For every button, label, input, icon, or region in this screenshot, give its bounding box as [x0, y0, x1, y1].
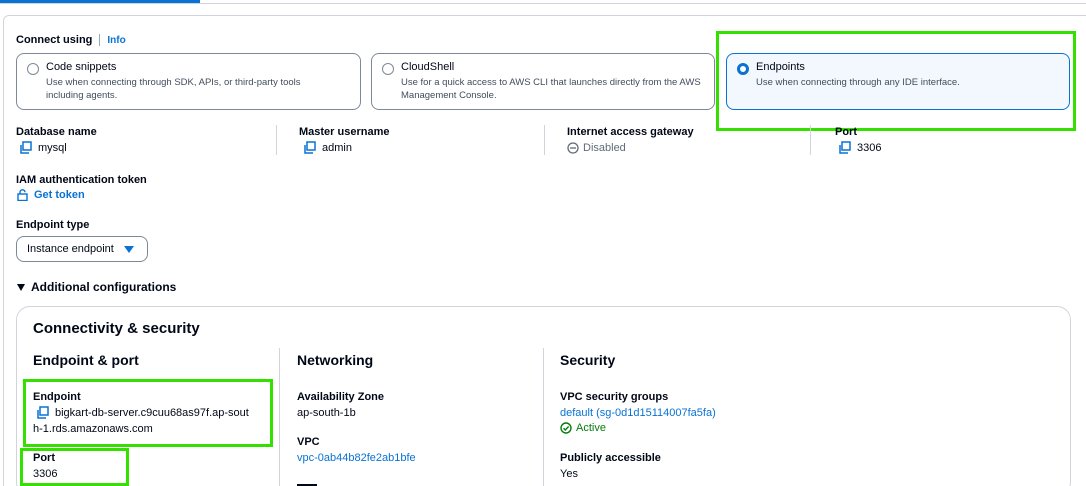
- networking-heading: Networking: [297, 352, 374, 368]
- code-snippets-radio[interactable]: [27, 63, 39, 75]
- connect-using-title: Connect using: [16, 34, 93, 46]
- highlight-box-port: [20, 448, 129, 486]
- vpc-link[interactable]: vpc-0ab44b82fe2ab1bfe: [297, 452, 416, 464]
- internet-gateway-label: Internet access gateway: [567, 126, 694, 138]
- option-title: Code snippets: [46, 61, 117, 73]
- endpoint-type-value: Instance endpoint: [27, 243, 114, 255]
- caret-down-icon: [17, 283, 25, 291]
- copy-icon[interactable]: [838, 141, 852, 155]
- cloudshell-radio[interactable]: [382, 63, 394, 75]
- caret-down-icon: [124, 246, 134, 253]
- port-label: Port: [835, 126, 857, 138]
- database-name-label: Database name: [16, 126, 97, 138]
- header-separator: [99, 34, 101, 46]
- additional-configurations-label: Additional configurations: [31, 280, 177, 294]
- info-link[interactable]: Info: [107, 35, 125, 46]
- column-divider: [279, 348, 280, 486]
- endpoint-type-label: Endpoint type: [16, 219, 90, 231]
- check-circle-icon: [560, 422, 572, 434]
- security-group-link[interactable]: default (sg-0d1d15114007fa5fa): [560, 407, 716, 419]
- column-divider: [544, 125, 545, 155]
- option-description: Use when connecting through SDK, APIs, o…: [46, 77, 301, 101]
- get-token-label: Get token: [34, 189, 85, 201]
- availability-zone-value: ap-south-1b: [297, 407, 356, 419]
- iam-token-label: IAM authentication token: [16, 174, 147, 186]
- connectivity-security-title: Connectivity & security: [33, 320, 200, 337]
- publicly-accessible-value: Yes: [560, 468, 578, 480]
- column-divider: [543, 348, 544, 486]
- disabled-icon: [567, 142, 579, 154]
- active-tab-indicator: [0, 0, 200, 3]
- security-group-status: Active: [560, 422, 606, 434]
- vpc-label: VPC: [297, 436, 320, 448]
- vpc-security-groups-label: VPC security groups: [560, 391, 669, 403]
- option-cloudshell[interactable]: CloudShell Use for a quick access to AWS…: [371, 53, 715, 110]
- connect-using-header: Connect using Info: [16, 34, 126, 46]
- security-heading: Security: [560, 352, 616, 368]
- subnets-label-cut: [297, 482, 317, 486]
- top-tab-bar: [0, 0, 1086, 4]
- internet-gateway-status: Disabled: [567, 142, 626, 154]
- master-username-label: Master username: [299, 126, 390, 138]
- highlight-box-endpoint: [23, 379, 273, 447]
- endpoint-port-heading: Endpoint & port: [33, 352, 139, 368]
- option-code-snippets[interactable]: Code snippets Use when connecting throug…: [16, 53, 361, 110]
- internet-gateway-value: Disabled: [583, 142, 626, 154]
- copy-icon[interactable]: [19, 141, 33, 155]
- lock-icon: [17, 189, 28, 201]
- availability-zone-label: Availability Zone: [297, 391, 385, 403]
- option-description: Use for a quick access to AWS CLI that l…: [401, 77, 701, 101]
- publicly-accessible-label: Publicly accessible: [560, 452, 661, 464]
- column-divider: [810, 125, 811, 155]
- security-group-status-text: Active: [576, 422, 606, 434]
- endpoint-type-select[interactable]: Instance endpoint: [16, 236, 148, 262]
- option-title: CloudShell: [401, 61, 455, 73]
- column-divider: [276, 125, 277, 155]
- highlight-box-endpoints: [716, 31, 1076, 131]
- database-name-value: mysql: [38, 142, 67, 154]
- copy-icon[interactable]: [303, 141, 317, 155]
- master-username-value: admin: [322, 142, 352, 154]
- port-value: 3306: [857, 142, 882, 154]
- get-token-link[interactable]: Get token: [17, 189, 85, 201]
- additional-configurations-toggle[interactable]: Additional configurations: [17, 280, 176, 294]
